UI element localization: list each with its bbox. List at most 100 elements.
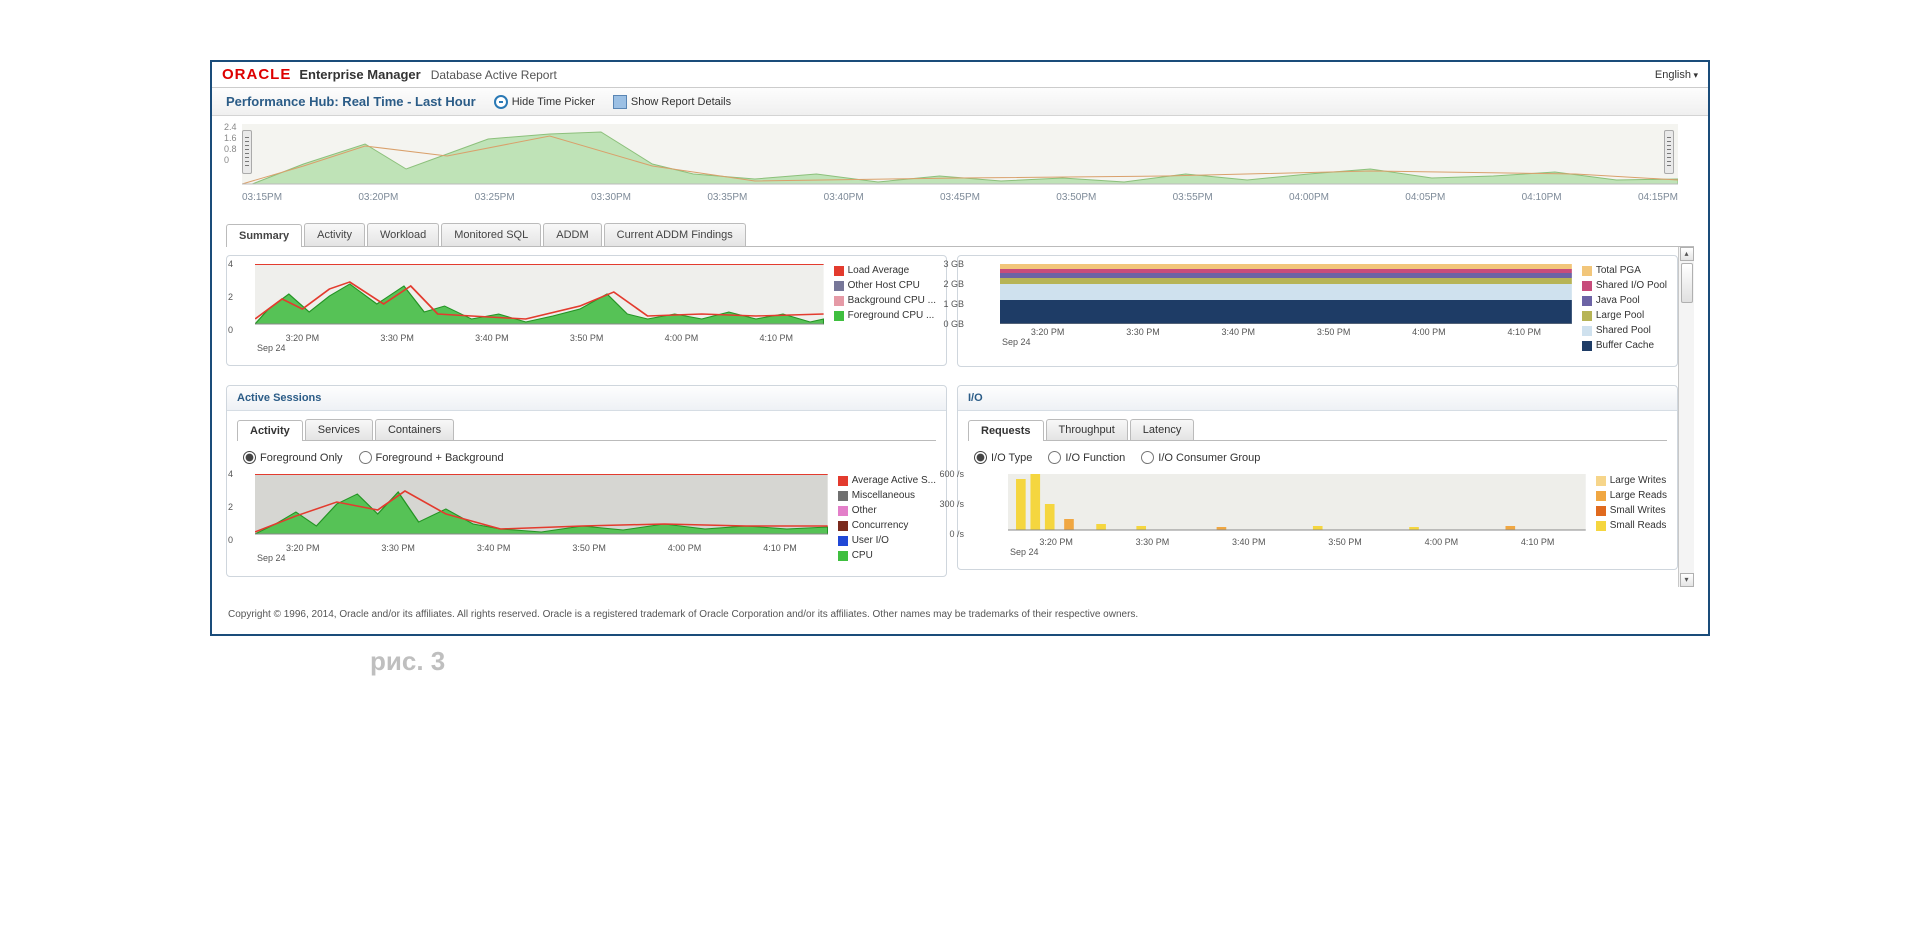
x-tick: 3:30 PM [350,333,445,343]
radio-input[interactable] [243,451,256,464]
radio-input[interactable] [974,451,987,464]
cpu-chart [255,264,824,330]
hide-time-picker-button[interactable]: Hide Time Picker [494,95,595,109]
legend-item: Other [838,504,936,518]
scroll-thumb[interactable] [1681,263,1693,303]
subtab-throughput[interactable]: Throughput [1046,419,1128,440]
active-sessions-chart-date: Sep 24 [255,553,828,563]
time-picker-xlabels: 03:15PM03:20PM03:25PM03:30PM03:35PM03:40… [242,190,1678,209]
tab-current-addm-findings[interactable]: Current ADDM Findings [604,223,746,246]
legend-swatch [838,506,848,516]
radio-input[interactable] [359,451,372,464]
legend-item: Total PGA [1582,264,1667,278]
radio-i-o-consumer-group[interactable]: I/O Consumer Group [1141,451,1260,464]
time-picker[interactable]: 2.4 1.6 0.8 0 03:15PM03:20PM03:25PM03:30… [212,116,1708,213]
x-tick: 3:20 PM [255,543,350,553]
language-selector[interactable]: English [1655,69,1698,81]
show-report-details-button[interactable]: Show Report Details [613,95,731,109]
subtab-activity[interactable]: Activity [237,420,303,441]
time-range-handle-right[interactable] [1664,130,1674,174]
time-tick: 03:25PM [475,192,515,203]
tab-addm[interactable]: ADDM [543,223,601,246]
scroll-down-button[interactable]: ▾ [1680,573,1694,587]
io-subtabs: RequestsThroughputLatency [968,419,1667,441]
subtab-latency[interactable]: Latency [1130,419,1195,440]
scroll-up-button[interactable]: ▴ [1680,247,1694,261]
legend-label: Foreground CPU ... [848,309,935,323]
x-tick: 3:30 PM [1095,327,1190,337]
brand-subtitle: Database Active Report [431,68,557,82]
x-tick: 4:10 PM [1489,537,1585,547]
legend-swatch [838,491,848,501]
legend-item: Small Reads [1596,519,1667,533]
legend-swatch [1596,491,1606,501]
time-tick: 03:50PM [1056,192,1096,203]
legend-item: User I/O [838,534,936,548]
footer-copyright: Copyright © 1996, 2014, Oracle and/or it… [212,601,1708,634]
radio-i-o-type[interactable]: I/O Type [974,451,1032,464]
io-chart [1008,474,1586,534]
page-title: Performance Hub: Real Time - Last Hour [226,94,476,109]
io-legend: Large WritesLarge ReadsSmall WritesSmall… [1596,474,1667,534]
tab-summary[interactable]: Summary [226,224,302,247]
memory-legend: Total PGAShared I/O PoolJava PoolLarge P… [1582,264,1667,354]
content-scrollbar[interactable]: ▴ ▾ [1678,247,1694,587]
legend-label: Miscellaneous [852,489,915,503]
time-tick: 03:45PM [940,192,980,203]
page-subheader: Performance Hub: Real Time - Last Hour H… [212,88,1708,116]
legend-label: Average Active S... [852,474,936,488]
time-tick: 04:00PM [1289,192,1329,203]
radio-foreground-background[interactable]: Foreground + Background [359,451,504,464]
legend-label: Concurrency [852,519,909,533]
radio-input[interactable] [1048,451,1061,464]
radio-i-o-function[interactable]: I/O Function [1048,451,1125,464]
x-tick: 4:00 PM [1381,327,1476,337]
subtab-services[interactable]: Services [305,419,373,440]
radio-label: I/O Function [1065,452,1125,464]
x-tick: 3:40 PM [446,543,541,553]
figure-caption: рис. 3 [210,636,1710,677]
legend-item: Large Pool [1582,309,1667,323]
legend-swatch [1582,326,1592,336]
tab-activity[interactable]: Activity [304,223,365,246]
time-tick: 04:10PM [1522,192,1562,203]
x-tick: 3:40 PM [1191,327,1286,337]
subtab-containers[interactable]: Containers [375,419,454,440]
tab-workload[interactable]: Workload [367,223,439,246]
time-tick: 03:40PM [824,192,864,203]
legend-swatch [838,521,848,531]
legend-item: Shared I/O Pool [1582,279,1667,293]
active-sessions-title: Active Sessions [227,386,946,411]
legend-swatch [1582,266,1592,276]
legend-swatch [1582,341,1592,351]
legend-item: Average Active S... [838,474,936,488]
io-radios: I/O Type I/O Function I/O Consumer Group [968,441,1667,474]
legend-swatch [1582,281,1592,291]
memory-chart-panel: 3 GB 2 GB 1 GB 0 GB [957,255,1678,367]
subtab-requests[interactable]: Requests [968,420,1044,441]
legend-item: CPU [838,549,936,563]
x-tick: 4:10 PM [732,543,827,553]
time-tick: 03:35PM [707,192,747,203]
x-tick: 3:50 PM [1297,537,1393,547]
legend-label: Small Writes [1610,504,1666,518]
tab-monitored-sql[interactable]: Monitored SQL [441,223,541,246]
radio-label: I/O Consumer Group [1158,452,1260,464]
legend-swatch [838,476,848,486]
radio-input[interactable] [1141,451,1154,464]
report-icon [613,95,627,109]
legend-label: Large Pool [1596,309,1644,323]
x-tick: 4:10 PM [1477,327,1572,337]
legend-swatch [834,311,844,321]
radio-foreground-only[interactable]: Foreground Only [243,451,343,464]
legend-item: Load Average [834,264,936,278]
legend-label: Total PGA [1596,264,1641,278]
time-tick: 04:05PM [1405,192,1445,203]
x-tick: 4:00 PM [637,543,732,553]
hide-time-picker-label: Hide Time Picker [512,96,595,108]
time-range-handle-left[interactable] [242,130,252,174]
legend-swatch [834,281,844,291]
app-window: ORACLE Enterprise Manager Database Activ… [210,60,1710,636]
cpu-chart-panel: 4 2 0 [226,255,947,366]
time-tick: 04:15PM [1638,192,1678,203]
